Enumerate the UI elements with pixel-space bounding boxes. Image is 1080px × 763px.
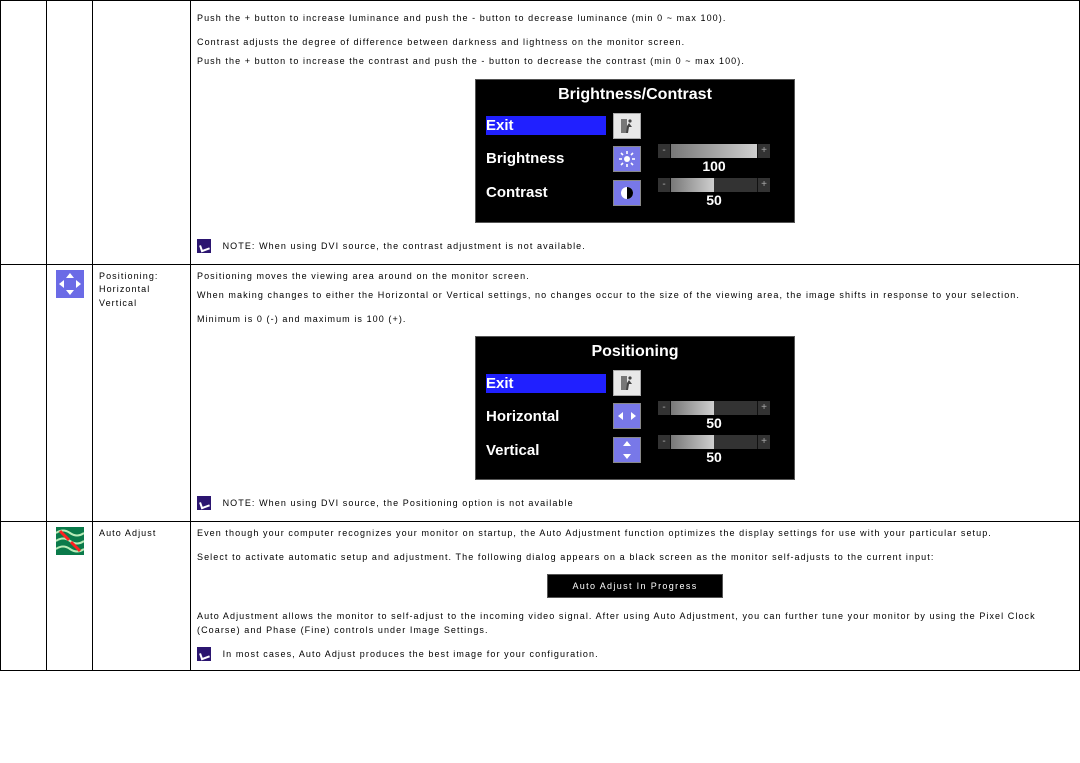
row-label: Vertical [486, 442, 606, 459]
contrast-icon [610, 179, 644, 207]
positioning-icon [56, 270, 84, 298]
body-text: Even though your computer recognizes you… [197, 527, 1073, 541]
cell-content-brightness: Push the + button to increase luminance … [191, 1, 1080, 265]
cell-icon-a [1, 264, 47, 522]
manual-table: Push the + button to increase luminance … [0, 0, 1080, 671]
osd-row-contrast: Contrast -+ 50 [478, 176, 792, 220]
vertical-icon [610, 436, 644, 464]
cell-label: Auto Adjust [93, 522, 191, 671]
note-text: NOTE: When using DVI source, the contras… [223, 241, 586, 251]
page: Push the + button to increase luminance … [0, 0, 1080, 763]
body-text: When making changes to either the Horizo… [197, 289, 1073, 303]
osd-row-horizontal: Horizontal -+ 50 [478, 399, 792, 433]
exit-icon [610, 112, 644, 140]
row-subtitle-h: Horizontal [99, 283, 184, 297]
body-text: Contrast adjusts the degree of differenc… [197, 36, 1073, 50]
slider: -+ 50 [658, 435, 770, 465]
body-text: Push the + button to increase luminance … [197, 12, 1073, 26]
note-row: NOTE: When using DVI source, the Positio… [197, 496, 1073, 510]
osd-title: Positioning [478, 339, 792, 367]
osd-screenshot: Brightness/Contrast Exit Brightness [197, 79, 1073, 223]
cell-icon-a [1, 522, 47, 671]
body-text: Auto Adjustment allows the monitor to se… [197, 610, 1073, 637]
row-label: Horizontal [486, 408, 606, 425]
slider-value: 50 [706, 192, 722, 208]
slider: -+ 100 [658, 144, 770, 174]
table-row: Push the + button to increase luminance … [1, 1, 1080, 265]
slider-value: 100 [702, 158, 725, 174]
body-text: Positioning moves the viewing area aroun… [197, 270, 1073, 284]
osd-exit-row: Exit [478, 110, 792, 142]
osd-exit-label: Exit [486, 116, 606, 135]
cell-content-positioning: Positioning moves the viewing area aroun… [191, 264, 1080, 522]
cell-icon-b [47, 264, 93, 522]
table-row: Positioning: Horizontal Vertical Positio… [1, 264, 1080, 522]
osd-row-brightness: Brightness -+ 100 [478, 142, 792, 176]
osd-exit-row: Exit [478, 367, 792, 399]
note-icon [197, 239, 211, 253]
cell-label: Positioning: Horizontal Vertical [93, 264, 191, 522]
row-title: Auto Adjust [99, 527, 184, 541]
osd-exit-label: Exit [486, 374, 606, 393]
cell-label [93, 1, 191, 265]
dialog-wrap: Auto Adjust In Progress [197, 574, 1073, 598]
cell-icon-a [1, 1, 47, 265]
note-row: In most cases, Auto Adjust produces the … [197, 647, 1073, 661]
slider-value: 50 [706, 415, 722, 431]
auto-adjust-icon [56, 527, 84, 555]
note-icon [197, 647, 211, 661]
slider: -+ 50 [658, 401, 770, 431]
note-text: In most cases, Auto Adjust produces the … [223, 649, 599, 659]
note-text: NOTE: When using DVI source, the Positio… [223, 498, 574, 508]
table-row: Auto Adjust Even though your computer re… [1, 522, 1080, 671]
osd-row-vertical: Vertical -+ 50 [478, 433, 792, 477]
body-text: Push the + button to increase the contra… [197, 55, 1073, 69]
horizontal-icon [610, 402, 644, 430]
osd-title: Brightness/Contrast [478, 82, 792, 110]
row-label: Contrast [486, 184, 606, 201]
cell-icon-b [47, 522, 93, 671]
note-row: NOTE: When using DVI source, the contras… [197, 239, 1073, 253]
body-text: Minimum is 0 (-) and maximum is 100 (+). [197, 313, 1073, 327]
row-subtitle-v: Vertical [99, 297, 184, 311]
exit-icon [610, 369, 644, 397]
osd-screenshot: Positioning Exit Horizontal [197, 336, 1073, 480]
note-icon [197, 496, 211, 510]
cell-icon-b [47, 1, 93, 265]
cell-content-autoadjust: Even though your computer recognizes you… [191, 522, 1080, 671]
body-text: Select to activate automatic setup and a… [197, 551, 1073, 565]
brightness-icon [610, 145, 644, 173]
auto-adjust-dialog: Auto Adjust In Progress [547, 574, 722, 598]
row-label: Brightness [486, 150, 606, 167]
slider: -+ 50 [658, 178, 770, 208]
slider-value: 50 [706, 449, 722, 465]
row-title: Positioning: [99, 270, 184, 284]
